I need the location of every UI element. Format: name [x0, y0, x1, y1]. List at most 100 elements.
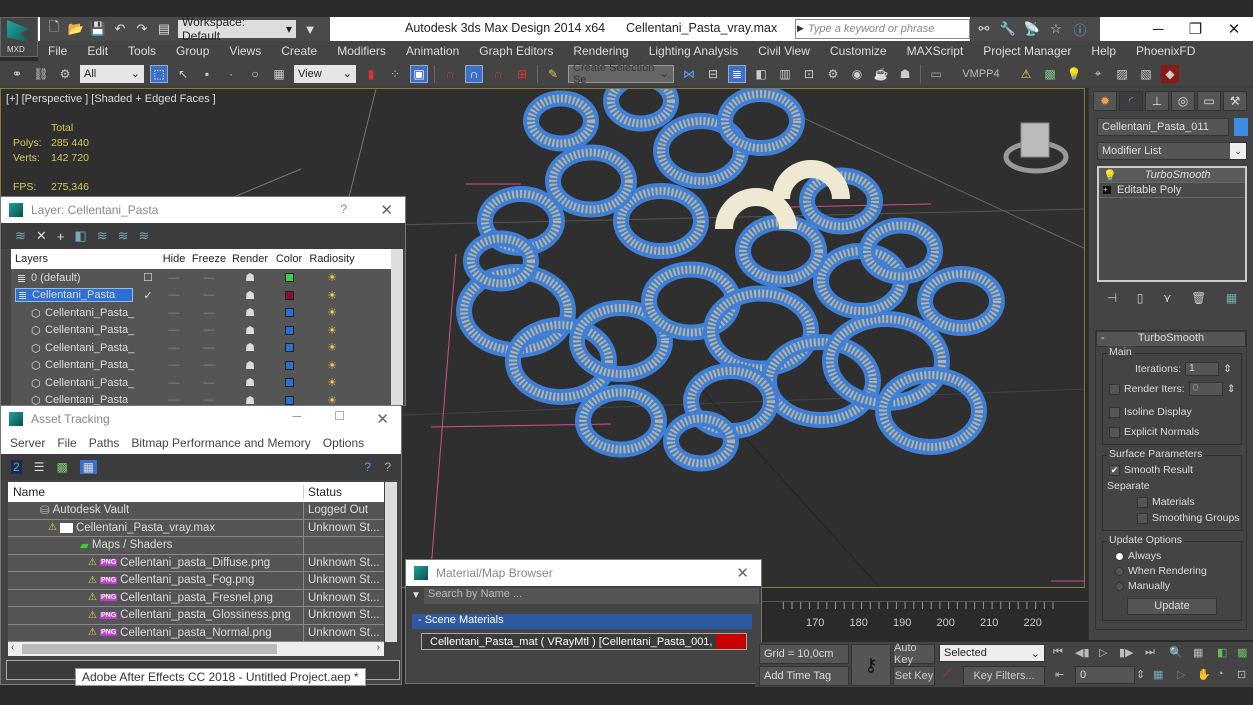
- vray-render-icon[interactable]: ▩: [1041, 65, 1059, 83]
- column-render[interactable]: Render: [229, 253, 271, 265]
- track-bar[interactable]: 170 180 190 200 210 220: [762, 601, 1088, 639]
- layer-row[interactable]: ≣ Cellentani_Pasta ✓ — — ☗ ☀: [11, 287, 391, 305]
- freeze-toggle[interactable]: —: [189, 377, 229, 389]
- hierarchy-tab-icon[interactable]: ⊥: [1145, 91, 1169, 111]
- table-view-icon[interactable]: ▦: [79, 460, 98, 474]
- edit-named-selection-icon[interactable]: ✎: [544, 65, 562, 83]
- mirror-icon[interactable]: ⋈: [680, 65, 698, 83]
- undo-icon[interactable]: ↶: [112, 21, 128, 37]
- layer-name-cell[interactable]: ≣ 0 (default): [11, 272, 137, 284]
- spinner-arrows-icon[interactable]: ⇕: [1223, 363, 1232, 375]
- when-rendering-radio[interactable]: [1115, 566, 1124, 576]
- menu-group[interactable]: Group: [166, 44, 219, 58]
- workspace-dropdown[interactable]: Workspace: Default ▾: [178, 15, 296, 43]
- add-to-layer-icon[interactable]: +: [57, 229, 65, 244]
- scroll-left-icon[interactable]: ‹: [11, 642, 14, 653]
- key-mode-toggle-icon[interactable]: ⇤: [1055, 668, 1064, 681]
- layer-color[interactable]: [271, 273, 307, 283]
- layer-name-cell[interactable]: ≣ Cellentani_Pasta: [11, 288, 137, 303]
- layer-color[interactable]: [271, 308, 307, 318]
- layer-row[interactable]: ⬡ Cellentani_Pasta_ — — ☗ ☀: [11, 339, 391, 357]
- layer-name-cell[interactable]: ⬡ Cellentani_Pasta: [11, 394, 137, 405]
- help-button[interactable]: ?: [340, 202, 347, 216]
- close-icon[interactable]: ✕: [736, 564, 749, 582]
- update-button[interactable]: Update: [1127, 598, 1217, 615]
- asset-row[interactable]: ⚠ PNG Cellentani_pasta_Fresnel.png Unknown …: [8, 589, 384, 607]
- open-file-icon[interactable]: 📂: [68, 21, 84, 37]
- menu-customize[interactable]: Customize: [820, 44, 897, 58]
- pan-icon[interactable]: ✋: [1197, 668, 1211, 681]
- layer-row[interactable]: ⬡ Cellentani_Pasta_ — — ☗ ☀: [11, 304, 391, 322]
- vray-physical-camera-icon[interactable]: ⌖: [1089, 65, 1107, 83]
- layer-name-cell[interactable]: ⬡ Cellentani_Pasta_: [11, 307, 137, 319]
- rendered-frame-window-icon[interactable]: ☗: [896, 65, 914, 83]
- project-folder-icon[interactable]: ▤: [156, 21, 172, 37]
- radiosity-icon[interactable]: ☀: [307, 271, 357, 284]
- asset-row[interactable]: ⛁ Autodesk Vault Logged Out: [8, 502, 384, 520]
- dialog-titlebar[interactable]: Asset Tracking ─ ☐ ✕: [1, 406, 401, 432]
- add-time-tag-button[interactable]: Add Time Tag: [759, 666, 849, 686]
- vertical-scrollbar[interactable]: [385, 482, 397, 642]
- refresh-icon[interactable]: 2: [11, 460, 22, 474]
- dialog-titlebar[interactable]: Material/Map Browser ✕: [406, 560, 761, 586]
- star-icon[interactable]: ☆: [1048, 21, 1064, 37]
- zoom-icon[interactable]: 🔍: [1169, 646, 1183, 659]
- asset-row[interactable]: ⚠ PNG Cellentani_pasta_Glossiness.png Unkno…: [8, 607, 384, 625]
- active-toggle[interactable]: ☐: [137, 271, 159, 284]
- hide-toggle[interactable]: —: [159, 324, 189, 336]
- render-teapot-icon[interactable]: ☗: [229, 306, 271, 319]
- warning-icon[interactable]: ⚠: [1017, 65, 1035, 83]
- create-layer-icon[interactable]: ≋: [15, 228, 26, 244]
- key-filters-button[interactable]: Key Filters...: [963, 666, 1045, 686]
- create-tab-icon[interactable]: ✹: [1093, 91, 1117, 111]
- freeze-toggle[interactable]: —: [189, 394, 229, 405]
- zoom-extents-icon[interactable]: ◧: [1217, 646, 1227, 659]
- menu-project-manager[interactable]: Project Manager: [973, 44, 1081, 58]
- zoom-all-icon[interactable]: ▦: [1193, 646, 1203, 659]
- previous-frame-icon[interactable]: ◀▮: [1075, 646, 1090, 659]
- render-iters-spinner[interactable]: 0: [1188, 382, 1223, 396]
- render-teapot-icon[interactable]: ☗: [229, 324, 271, 337]
- window-crossing-icon[interactable]: ·: [222, 65, 240, 83]
- radiosity-icon[interactable]: ☀: [307, 394, 357, 405]
- layer-row[interactable]: ⬡ Cellentani_Pasta_ — — ☗ ☀: [11, 322, 391, 340]
- explicit-normals-checkbox[interactable]: [1109, 426, 1120, 438]
- help-context-icon[interactable]: ?: [384, 460, 391, 474]
- display-tab-icon[interactable]: ▭: [1197, 91, 1221, 111]
- vray-proxy-icon[interactable]: ▨: [1113, 65, 1131, 83]
- asset-row[interactable]: ⚠ PNG Cellentani_pasta_Fog.png Unknown St..…: [8, 572, 384, 590]
- light-bulb-icon[interactable]: 💡: [1065, 65, 1083, 83]
- vertical-scrollbar[interactable]: [391, 249, 403, 405]
- vray-frame-buffer-icon[interactable]: ▭: [927, 65, 945, 83]
- layer-manager-icon[interactable]: ◧: [752, 65, 770, 83]
- asset-menu-bitmap-performance-and-memory[interactable]: Bitmap Performance and Memory: [131, 436, 310, 450]
- radiosity-icon[interactable]: ☀: [307, 289, 357, 302]
- active-toggle[interactable]: ✓: [137, 289, 159, 302]
- scene-materials-group[interactable]: - Scene Materials: [412, 614, 752, 629]
- auto-key-button[interactable]: Auto Key: [893, 642, 935, 666]
- align-icon[interactable]: ⊟: [704, 65, 722, 83]
- viewcube-box[interactable]: [1020, 122, 1050, 158]
- dialog-titlebar[interactable]: Layer: Cellentani_Pasta ? ✕: [1, 197, 405, 223]
- thumbnail-view-icon[interactable]: ▩: [56, 460, 67, 474]
- radiosity-icon[interactable]: ☀: [307, 359, 357, 372]
- asset-menu-server[interactable]: Server: [10, 436, 45, 450]
- keyboard-shortcut-override-icon[interactable]: ▣: [410, 64, 428, 83]
- hide-all-icon[interactable]: ≋: [118, 228, 129, 244]
- layer-color[interactable]: [271, 378, 307, 388]
- render-teapot-icon[interactable]: ☗: [229, 376, 271, 389]
- minimize-icon[interactable]: ─: [292, 409, 301, 423]
- spinner-arrows-icon[interactable]: ⇕: [1227, 383, 1236, 395]
- make-unique-icon[interactable]: ⋎: [1163, 291, 1172, 305]
- stack-item-editable-poly[interactable]: + Editable Poly: [1099, 183, 1245, 198]
- asset-menu-file[interactable]: File: [57, 436, 76, 450]
- render-teapot-icon[interactable]: ☗: [229, 359, 271, 372]
- layer-color[interactable]: [271, 343, 307, 353]
- select-move-icon[interactable]: ○: [246, 65, 264, 83]
- manually-radio[interactable]: [1115, 581, 1124, 591]
- key-tangent-icon[interactable]: ⟋: [943, 668, 951, 681]
- asset-row[interactable]: ⚠ PNG Cellentani_pasta_Diffuse.png Unknown …: [8, 554, 384, 572]
- freeze-toggle[interactable]: —: [189, 307, 229, 319]
- layer-color[interactable]: [271, 290, 307, 300]
- viewport-label[interactable]: [+] [Perspective ] [Shaded + Edged Faces…: [6, 93, 216, 105]
